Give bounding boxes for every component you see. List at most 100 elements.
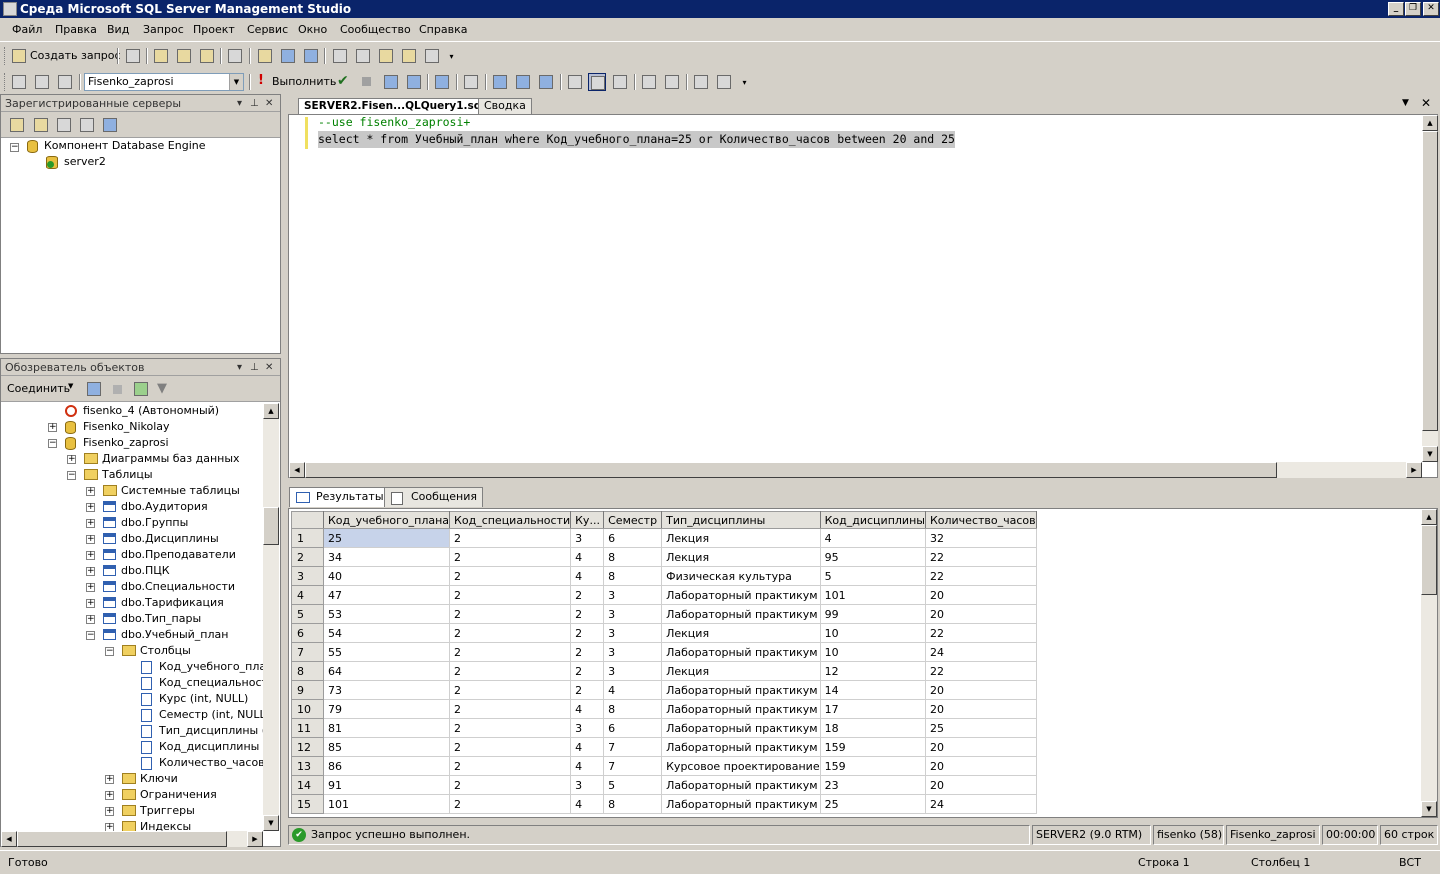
- table-cell[interactable]: 53: [322, 604, 451, 624]
- table-cell[interactable]: 3: [570, 775, 605, 795]
- toolbar-overflow-icon[interactable]: ▾: [447, 49, 456, 65]
- row-number[interactable]: 6: [291, 623, 324, 643]
- properties-icon[interactable]: [423, 47, 441, 65]
- registered-servers-icon[interactable]: [331, 47, 349, 65]
- tree-item[interactable]: dbo.Дисциплины: [121, 531, 219, 547]
- table-cell[interactable]: 40: [322, 566, 451, 586]
- scroll-right-icon[interactable]: ▶: [247, 831, 263, 847]
- table-row[interactable]: 6 54 2 2 3 Лекция 10 22: [291, 623, 1037, 643]
- tree-item[interactable]: dbo.Специальности: [121, 579, 235, 595]
- disconnect-icon[interactable]: [33, 73, 51, 91]
- table-cell[interactable]: 159: [819, 756, 926, 776]
- table-cell[interactable]: Лабораторный практикум: [661, 775, 821, 795]
- table-cell[interactable]: 2: [449, 737, 572, 757]
- scroll-thumb[interactable]: [17, 831, 227, 847]
- table-cell[interactable]: 5: [603, 775, 663, 795]
- menu-tools[interactable]: Сервис: [247, 23, 288, 36]
- results-to-text-icon[interactable]: [537, 73, 555, 91]
- table-cell[interactable]: 34: [322, 547, 451, 567]
- toolbar-grip[interactable]: [4, 47, 7, 65]
- table-cell[interactable]: 2: [449, 623, 572, 643]
- table-row[interactable]: 11 81 2 3 6 Лабораторный практикум 18 25: [291, 718, 1037, 738]
- expand-icon[interactable]: +: [105, 823, 114, 831]
- estimated-plan-icon[interactable]: [382, 73, 400, 91]
- expand-icon[interactable]: +: [86, 567, 95, 576]
- scroll-left-icon[interactable]: ◀: [289, 462, 305, 478]
- code-line-2[interactable]: select * from Учебный_план where Код_уче…: [318, 131, 955, 148]
- table-cell[interactable]: 10: [819, 642, 926, 662]
- table-row[interactable]: 4 47 2 2 3 Лабораторный практикум 101 20: [291, 585, 1037, 605]
- table-cell[interactable]: 25: [924, 718, 1037, 738]
- expand-icon[interactable]: +: [86, 487, 95, 496]
- database-engine-icon[interactable]: [8, 116, 26, 134]
- table-cell[interactable]: 25: [322, 528, 451, 548]
- expand-icon[interactable]: +: [86, 503, 95, 512]
- decrease-indent-icon[interactable]: [692, 73, 710, 91]
- row-number[interactable]: 9: [291, 680, 324, 700]
- table-cell[interactable]: 24: [924, 642, 1037, 662]
- new-query-icon[interactable]: [10, 47, 28, 65]
- table-cell[interactable]: 2: [449, 604, 572, 624]
- table-cell[interactable]: Лекция: [661, 623, 821, 643]
- results-vscrollbar[interactable]: ▲ ▼: [1421, 509, 1437, 817]
- table-cell[interactable]: 4: [819, 528, 926, 548]
- table-cell[interactable]: 22: [924, 566, 1037, 586]
- row-number-header[interactable]: [291, 511, 324, 529]
- tree-item[interactable]: Fisenko_Nikolay: [83, 419, 170, 435]
- column-header[interactable]: Код_учебного_плана: [322, 511, 451, 529]
- row-number[interactable]: 10: [291, 699, 324, 719]
- table-row[interactable]: 15 101 2 4 8 Лабораторный практикум 25 24: [291, 794, 1037, 814]
- comment-lines-icon[interactable]: [640, 73, 658, 91]
- toolbar-grip[interactable]: [4, 73, 7, 91]
- close-document-icon[interactable]: ✕: [1421, 96, 1431, 110]
- expand-icon[interactable]: +: [86, 615, 95, 624]
- sql-compact-icon[interactable]: [226, 47, 244, 65]
- table-cell[interactable]: 20: [924, 680, 1037, 700]
- table-cell[interactable]: 2: [449, 566, 572, 586]
- table-row[interactable]: 1 25 2 3 6 Лекция 4 32: [291, 528, 1037, 548]
- table-cell[interactable]: 24: [924, 794, 1037, 814]
- table-cell[interactable]: 2: [449, 699, 572, 719]
- table-cell[interactable]: 2: [570, 585, 605, 605]
- collapse-icon[interactable]: −: [86, 631, 95, 640]
- table-cell[interactable]: 18: [819, 718, 926, 738]
- collapse-icon[interactable]: −: [10, 143, 19, 152]
- tree-item[interactable]: Код_специальности: [159, 675, 263, 691]
- table-cell[interactable]: 3: [570, 718, 605, 738]
- toolbar-overflow-icon[interactable]: ▾: [740, 75, 749, 91]
- tree-item[interactable]: dbo.Тип_пары: [121, 611, 201, 627]
- table-cell[interactable]: 86: [322, 756, 451, 776]
- scroll-left-icon[interactable]: ◀: [1, 831, 17, 847]
- table-cell[interactable]: 2: [449, 642, 572, 662]
- increase-indent-icon[interactable]: [715, 73, 733, 91]
- table-cell[interactable]: 54: [322, 623, 451, 643]
- table-cell[interactable]: 95: [819, 547, 926, 567]
- tab-results[interactable]: Результаты: [289, 487, 390, 507]
- expand-icon[interactable]: +: [86, 551, 95, 560]
- tree-item[interactable]: Системные таблицы: [121, 483, 240, 499]
- table-cell[interactable]: Лабораторный практикум: [661, 699, 821, 719]
- table-cell[interactable]: 6: [603, 718, 663, 738]
- table-cell[interactable]: 7: [603, 737, 663, 757]
- table-cell[interactable]: 17: [819, 699, 926, 719]
- pin-icon[interactable]: ⊥: [250, 359, 259, 376]
- menu-window[interactable]: Окно: [298, 23, 327, 36]
- table-cell[interactable]: Лабораторный практикум: [661, 737, 821, 757]
- results-to-grid-icon[interactable]: [588, 73, 606, 91]
- table-cell[interactable]: 8: [603, 547, 663, 567]
- reporting-services-icon[interactable]: [55, 116, 73, 134]
- table-cell[interactable]: 3: [603, 604, 663, 624]
- summary-icon[interactable]: [354, 47, 372, 65]
- table-cell[interactable]: 81: [322, 718, 451, 738]
- minimize-button[interactable]: _: [1388, 2, 1404, 16]
- tree-item[interactable]: Код_учебного_план: [159, 659, 263, 675]
- table-cell[interactable]: 55: [322, 642, 451, 662]
- table-cell[interactable]: 22: [924, 547, 1037, 567]
- row-number[interactable]: 11: [291, 718, 324, 738]
- tree-item[interactable]: Индексы: [140, 819, 191, 831]
- table-cell[interactable]: 5: [819, 566, 926, 586]
- table-cell[interactable]: Лабораторный практикум: [661, 585, 821, 605]
- table-cell[interactable]: 20: [924, 585, 1037, 605]
- tree-item-server[interactable]: server2: [64, 154, 106, 170]
- table-cell[interactable]: 4: [570, 737, 605, 757]
